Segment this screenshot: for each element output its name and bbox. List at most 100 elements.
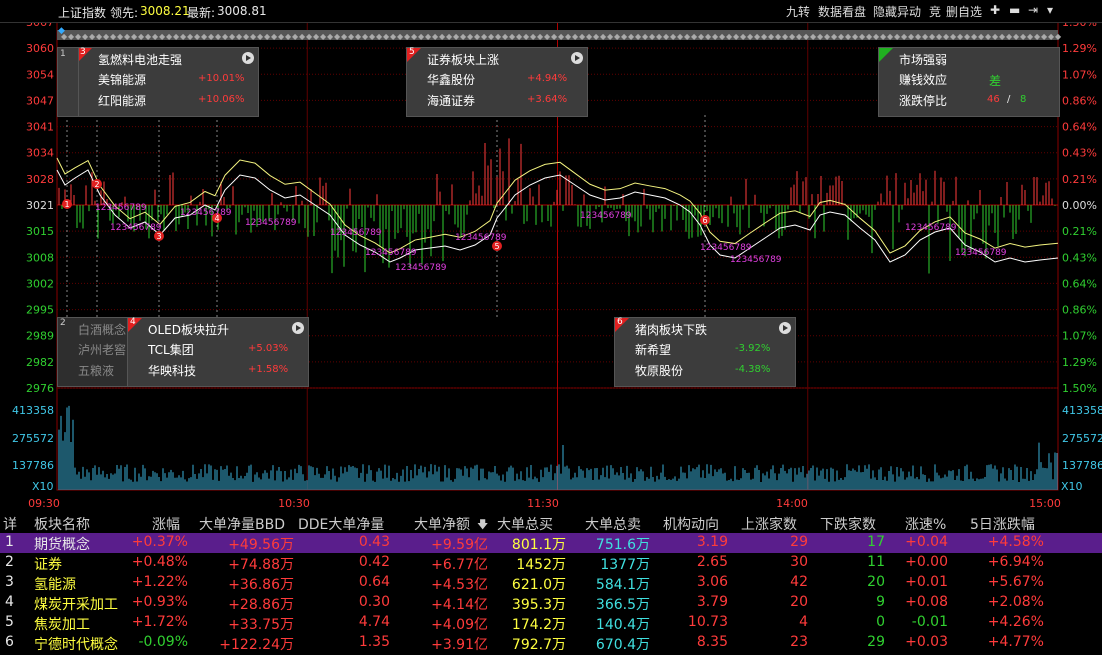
annotation-title: 氢燃料电池走强 [98,53,183,67]
pct-tick: 0.86% [1062,94,1097,107]
pct-tick: 1.07% [1062,330,1097,343]
cell-net: +3.91亿 [431,637,488,653]
timeline-tick: ◆ [712,32,719,41]
cell-net: +6.77亿 [431,557,488,573]
timeline-tick: ◆ [495,32,502,41]
cell-idx: 5 [5,614,14,630]
volume-tick: 137786 [12,459,54,472]
timeline-tick: ◆ [915,32,922,41]
timeline-tick: ◆ [740,32,747,41]
cell-buy: 621.0万 [511,577,566,593]
price-tick: 3054 [26,68,54,81]
timeline-tick: ◆ [201,32,208,41]
timeline-tick: ◆ [789,32,796,41]
timeline-tick: ◆ [446,32,453,41]
data-view-button[interactable]: 数据看盘 [818,3,866,19]
timeline-tick: ◆ [285,32,292,41]
timeline-tick: ◆ [348,32,355,41]
price-tick: 3060 [26,42,54,55]
timeline-tick: ◆ [516,32,523,41]
sequence-label: 123456789 [395,263,447,273]
timeline-tick: ◆ [733,32,740,41]
timeline-tick: ◆ [761,32,768,41]
timeline-tick: ◆ [425,32,432,41]
timeline-tick: ◆ [719,32,726,41]
minus-icon[interactable]: ▬ [1009,3,1020,19]
timeline-tick: ◆ [964,32,971,41]
annotation-oled[interactable]: 4 OLED板块拉升 TCL集团 +5.03% 华映科技 +1.58% [127,317,309,387]
cell-net: +4.09亿 [431,617,488,633]
table-row[interactable]: 4 煤炭开采加工 +0.93% +28.86万 0.30 +4.14亿 395.3万 366.… [0,593,1102,613]
timeline-tick: ◆ [551,32,558,41]
event-marker-label: 5 [494,242,499,251]
play-icon[interactable] [779,322,791,334]
sequence-label: 123456789 [365,248,417,258]
plus-icon[interactable]: ✚ [990,3,1000,19]
timeline-tick: ◆ [726,32,733,41]
annotation-pork[interactable]: 6 猪肉板块下跌 新希望 -3.92% 牧原股份 -4.38% [614,317,796,387]
timeline-tick: ◆ [782,32,789,41]
timeline-tick: ◆ [887,32,894,41]
timeline-tick: ◆ [334,32,341,41]
timeline-tick: ◆ [1013,32,1020,41]
volume-tick: 413358 [1062,404,1102,417]
play-icon[interactable] [242,52,254,64]
sequence-label: 123456789 [330,228,382,238]
delete-favorite-button[interactable]: 删自选 [946,3,982,19]
nine-turn-button[interactable]: 九转 [786,3,810,19]
cell-sell: 670.4万 [595,637,650,653]
table-row[interactable]: 1 期货概念 +0.37% +49.56万 0.43 +9.59亿 801.1万 751.6万… [0,533,1102,553]
play-icon[interactable] [571,52,583,64]
table-row[interactable]: 5 焦炭加工 +1.72% +33.75万 4.74 +4.09亿 174.2万 140.4万… [0,613,1102,633]
timeline-tick: ◆ [579,32,586,41]
timeline-tick: ◆ [75,32,82,41]
timeline-tick: ◆ [698,32,705,41]
timeline-tick: ◆ [901,32,908,41]
sequence-label: 123456789 [955,248,1007,258]
cell-idx: 3 [5,574,14,590]
timeline-tick: ◆ [817,32,824,41]
cell-bbd: +36.86万 [228,577,294,593]
table-row[interactable]: 2 证券 +0.48% +74.88万 0.42 +6.77亿 1452万 1377万 2.65… [0,553,1102,573]
price-tick: 3028 [26,173,54,186]
skip-end-icon[interactable]: ⇥ [1028,3,1038,19]
timeline-tick: ◆ [775,32,782,41]
cell-buy: 395.3万 [511,597,566,613]
timeline-tick: ◆ [824,32,831,41]
pct-tick: 0.86% [1062,304,1097,317]
table-row[interactable]: 6 宁德时代概念 -0.09% +122.24万 1.35 +3.91亿 792.7万 670… [0,633,1102,653]
lead-label: 领先: [110,6,139,20]
price-tick: 3021 [26,199,54,212]
cell-d5: +4.58% [987,534,1044,550]
timeline-tick: ◆ [355,32,362,41]
timeline-tick: ◆ [229,32,236,41]
cell-bbd: +28.86万 [228,597,294,613]
cell-sell: 1377万 [600,557,650,573]
annotation-hydrogen[interactable]: 3 氢燃料电池走强 美锦能源 +10.01% 红阳能源 +10.06% [77,47,259,117]
timeline-tick: ◆ [187,32,194,41]
cell-up: 30 [790,554,808,570]
auction-button[interactable]: 竞 [929,3,941,19]
cell-inst: 8.35 [696,634,728,650]
annotation-baijiu[interactable]: 2 白酒概念 泸州老窖 五粮液 [57,317,131,387]
play-icon[interactable] [292,322,304,334]
price-tick: 3008 [26,251,54,264]
sequence-label: 123456789 [455,233,507,243]
timeline-tick: ◆ [663,32,670,41]
latest-value: 3008.81 [217,4,267,18]
timeline-tick: ◆ [166,32,173,41]
table-row[interactable]: 3 氢能源 +1.22% +36.86万 0.64 +4.53亿 621.0万 584.1万 3… [0,573,1102,593]
cell-down: 9 [876,594,885,610]
annotation-market-strength[interactable]: 市场强弱 赚钱效应 差 涨跌停比 46 / 8 [878,47,1060,117]
timeline-tick: ◆ [943,32,950,41]
cell-bbd: +49.56万 [228,537,294,553]
timeline-tick: ◆ [432,32,439,41]
sequence-label: 123456789 [700,243,752,253]
timeline-tick: ◆ [978,32,985,41]
annotation-securities[interactable]: 5 证券板块上涨 华鑫股份 +4.94% 海通证券 +3.64% [406,47,588,117]
timeline-tick: ◆ [691,32,698,41]
pct-tick: 0.21% [1062,173,1097,186]
timeline-tick: ◆ [250,32,257,41]
dropdown-icon[interactable]: ▾ [1047,3,1053,19]
hide-alerts-button[interactable]: 隐藏异动 [873,3,921,19]
